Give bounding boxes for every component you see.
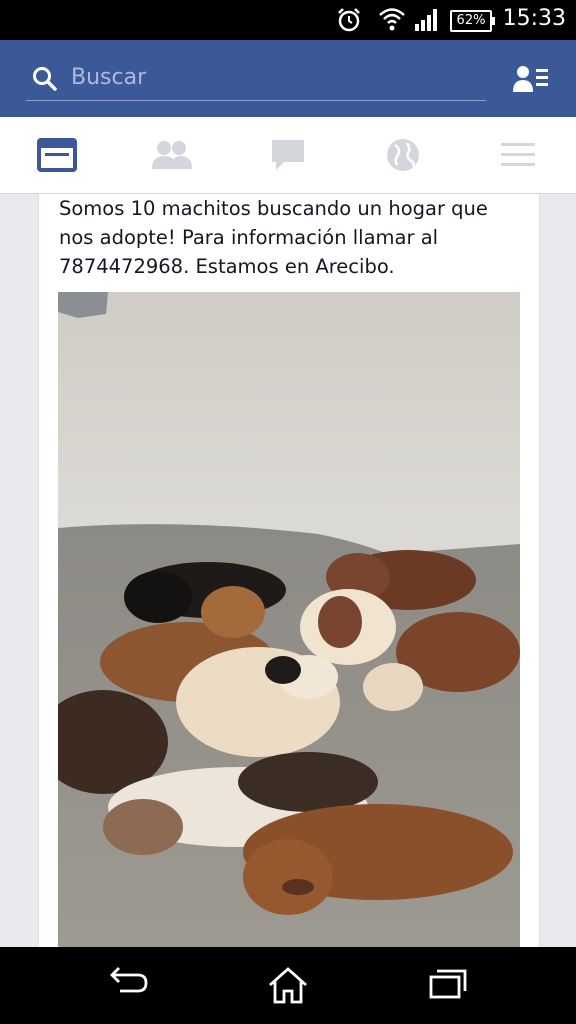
alarm-icon — [338, 8, 360, 32]
news-feed[interactable]: Somos 10 machitos buscando un hogar que … — [18, 194, 556, 947]
tab-messages[interactable] — [258, 135, 318, 175]
status-bar: 62% 15:33 — [0, 0, 576, 40]
tab-notifications[interactable] — [373, 135, 433, 175]
tab-news-feed[interactable] — [27, 135, 87, 175]
friend-requests-icon[interactable] — [512, 64, 550, 94]
globe-icon — [387, 139, 419, 171]
friends-icon — [152, 141, 192, 169]
home-icon[interactable] — [266, 965, 310, 1005]
tab-more[interactable] — [488, 135, 548, 175]
tab-friends[interactable] — [142, 135, 202, 175]
puppies-photo — [58, 292, 520, 947]
chat-icon — [272, 140, 304, 170]
search-icon — [33, 67, 57, 91]
signal-icon — [415, 9, 437, 31]
system-nav-bar — [0, 947, 576, 1024]
tab-bar — [0, 117, 576, 194]
header-bar: Buscar — [0, 40, 576, 117]
post-photo[interactable] — [58, 292, 520, 947]
back-icon[interactable] — [108, 965, 150, 1001]
post-card: Somos 10 machitos buscando un hogar que … — [38, 194, 540, 947]
menu-icon — [501, 143, 535, 166]
search-placeholder: Buscar — [71, 65, 147, 90]
clock: 15:33 — [502, 6, 566, 31]
battery-icon: 62% — [450, 10, 495, 32]
wifi-icon — [379, 8, 405, 31]
news-feed-icon — [37, 138, 77, 172]
recent-apps-icon[interactable] — [428, 965, 468, 1001]
post-text: Somos 10 machitos buscando un hogar que … — [59, 197, 488, 278]
search-input[interactable]: Buscar — [26, 60, 486, 101]
